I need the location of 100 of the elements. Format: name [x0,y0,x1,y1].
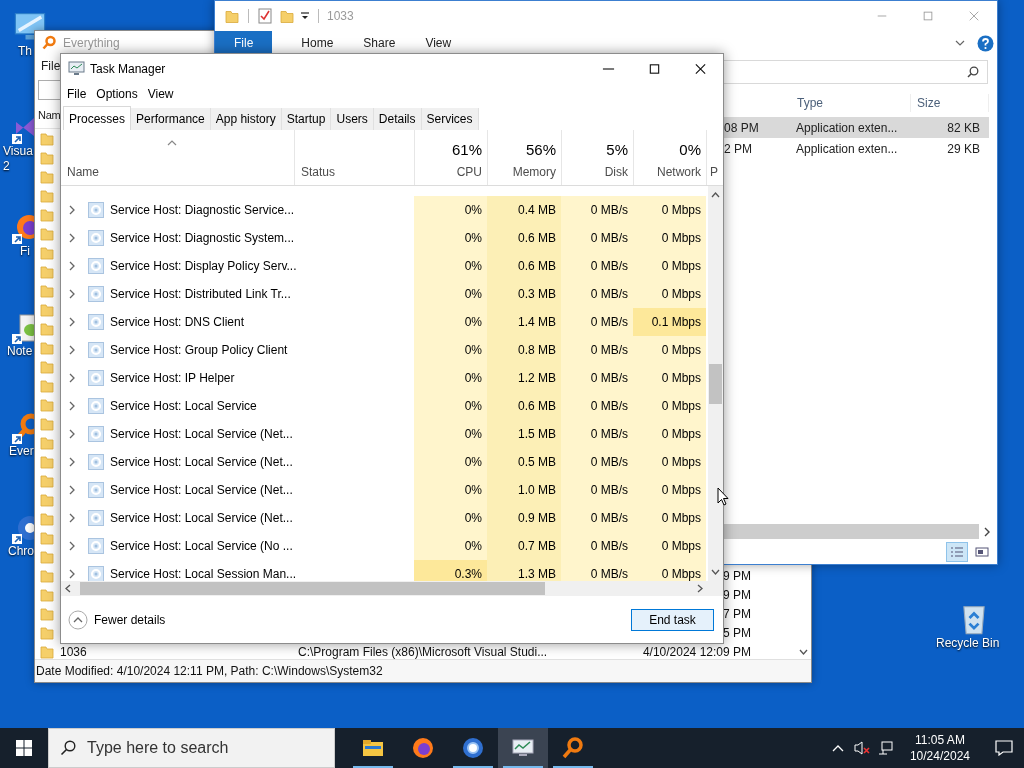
ribbon-tab[interactable]: View [410,31,467,55]
taskbar-app-button[interactable] [498,728,548,768]
folder-icon [40,302,54,317]
date-modified: 9 PM [723,586,752,604]
table-cell: 0 MB/s [561,392,633,420]
ribbon-tab[interactable]: File [215,31,273,55]
column-header[interactable]: Nam [38,107,61,124]
process-name: Service Host: DNS Client [110,314,245,331]
tab[interactable]: Users [331,108,374,130]
desktop-icon-label[interactable]: Ever [9,444,34,459]
chevron-right-icon[interactable] [68,513,76,523]
chevron-up-icon[interactable] [831,744,844,752]
clock-time[interactable]: 11:05 AM [915,732,965,748]
ribbon-tab[interactable]: Share [348,31,411,55]
table-cell: 0 Mbps [633,392,706,420]
chevron-right-icon[interactable] [68,233,76,243]
date-modified: 4/10/2024 12:09 PM [642,643,752,659]
desktop-icon-label[interactable]: Fi [20,244,30,259]
search-field[interactable] [38,80,60,100]
table-cell: 0 MB/s [561,336,633,364]
scrollbar-thumb[interactable] [709,364,722,404]
chevron-right-icon[interactable] [68,345,76,355]
search-icon [60,740,76,756]
chevron-right-icon[interactable] [68,317,76,327]
table-cell: 0.8 MB [487,336,561,364]
dropdown-icon[interactable] [300,11,310,21]
table-cell: 1.0 MB [487,476,561,504]
process-name: Service Host: Local Service (No ... [110,538,293,555]
scroll-down-icon[interactable] [711,569,720,575]
scroll-down-icon[interactable] [798,649,808,655]
chevron-right-icon[interactable] [68,457,76,467]
tab[interactable]: Details [373,108,422,130]
scroll-left-icon[interactable] [65,584,71,593]
maximize-icon [647,62,661,75]
sort-caret-icon[interactable] [167,140,177,146]
chevron-right-icon[interactable] [68,261,76,271]
scrollbar-thumb[interactable] [80,582,545,595]
help-icon[interactable] [977,34,994,52]
menu-item[interactable]: File [38,56,64,75]
column-header[interactable]: CPU [456,163,482,181]
scrollbar-thumb[interactable] [724,524,979,539]
column-header[interactable]: Disk [604,163,628,181]
chevron-right-icon[interactable] [68,289,76,299]
tab[interactable]: Processes [63,106,132,130]
table-cell: 0 MB/s [561,476,633,504]
column-header[interactable]: Type [791,94,911,112]
ribbon-tab[interactable]: Home [286,31,349,55]
chevron-right-icon[interactable] [68,485,76,495]
menu-item[interactable]: View [142,84,179,103]
desktop-icon-label[interactable]: Visua [3,144,33,159]
table-cell: 0.6 MB [487,252,561,280]
folder-icon [40,530,54,545]
checklist-icon[interactable] [258,8,272,24]
usage-percent: 5% [606,140,628,160]
chevron-right-icon[interactable] [68,401,76,411]
chevron-right-icon[interactable] [68,569,76,579]
desktop-icon-label[interactable]: Chro [8,544,34,559]
column-header[interactable]: Name [67,163,294,181]
speaker-muted-icon[interactable] [853,740,870,756]
search-field[interactable]: Type here to search [48,728,335,768]
process-name: Service Host: Display Policy Serv... [110,258,297,275]
chevron-right-icon[interactable] [68,205,76,215]
scroll-up-icon[interactable] [711,192,720,198]
fewer-details-button[interactable]: Fewer details [68,609,166,630]
end-task-button[interactable]: End task [631,608,714,631]
column-header[interactable]: Status [301,163,414,181]
desktop-icon-label[interactable]: Note [7,344,33,359]
process-name: Service Host: Local Service (Net... [110,482,293,499]
tab[interactable]: App history [210,108,282,130]
table-cell: 0% [414,224,487,252]
table-cell: 0.7 MB [487,532,561,560]
table-cell: 1.3 MB [487,560,561,581]
tab[interactable]: Startup [281,108,332,130]
tab[interactable]: Services [421,108,479,130]
chevron-right-icon[interactable] [68,373,76,383]
chevron-right-icon[interactable] [68,429,76,439]
scroll-right-icon[interactable] [697,584,703,593]
desktop-icon-label[interactable]: Th [18,44,32,59]
tab[interactable]: Performance [131,108,211,130]
desktop-icon-label[interactable]: Recycle Bin [936,636,1000,651]
file-row[interactable]: 2 PM Application exten... 29 KB [724,138,989,159]
file-type: Application exten... [795,140,899,158]
network-icon[interactable] [877,740,894,756]
menu-item[interactable]: File [62,84,92,103]
desktop-icon-label[interactable]: 2 [3,159,10,174]
chevron-down-icon[interactable] [955,40,965,46]
gear-icon [88,258,104,274]
table-cell: 0 MB/s [561,448,633,476]
table-cell: 0 Mbps [633,252,706,280]
column-header[interactable]: Memory [512,163,556,181]
column-header[interactable]: Network [657,163,701,181]
table-cell: 0.3% [414,560,487,581]
chevron-right-icon[interactable] [68,541,76,551]
menu-item[interactable]: Options [91,84,143,103]
column-header[interactable]: Size [911,94,989,112]
window-title: Task Manager [90,60,166,78]
folder-icon [40,568,54,583]
clock-date[interactable]: 10/24/2024 [909,748,970,764]
column-header[interactable]: P [710,163,723,181]
file-row[interactable]: 08 PM Application exten... 82 KB [724,117,989,138]
